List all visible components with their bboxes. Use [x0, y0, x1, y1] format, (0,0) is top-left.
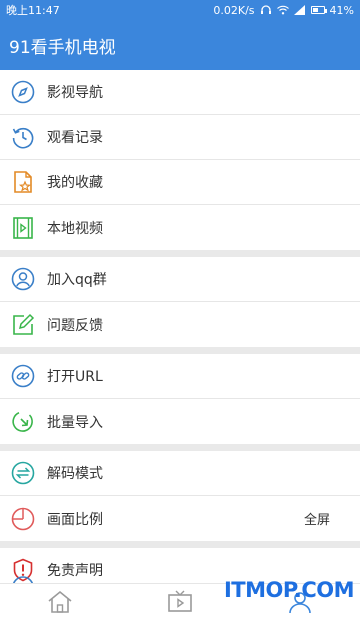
aspect-ratio-value: 全屏	[303, 513, 330, 528]
user-group-icon	[10, 266, 36, 292]
menu-item-local-video[interactable]: 本地视频	[0, 205, 360, 250]
menu-item-batch-import[interactable]: 批量导入	[0, 399, 360, 444]
menu-item-open-url[interactable]: 打开URL	[0, 354, 360, 399]
menu-item-history[interactable]: 观看记录	[0, 115, 360, 160]
watermark-logo: ITMOP.COM	[223, 578, 355, 602]
battery-text: 41%	[329, 3, 354, 17]
menu-item-join-qq[interactable]: 加入qq群	[0, 257, 360, 302]
menu-label: 解码模式	[47, 466, 103, 482]
home-icon	[48, 590, 72, 613]
settings-menu: 影视导航 观看记录 我的收藏 本地视频 加入qq群 问题反馈 打开URL 批量导…	[0, 70, 360, 593]
history-icon	[10, 124, 36, 150]
status-bar: 晚上11:47 0.02K/s 41%	[0, 0, 360, 20]
feedback-edit-icon	[10, 312, 36, 338]
favorite-doc-icon	[10, 169, 36, 195]
menu-label: 问题反馈	[47, 317, 103, 334]
menu-label: 批量导入	[47, 414, 103, 431]
battery-icon	[310, 6, 327, 14]
section-divider	[0, 541, 360, 548]
aspect-ratio-icon	[10, 506, 36, 532]
menu-label: 画面比例	[47, 511, 103, 528]
menu-item-favorites[interactable]: 我的收藏	[0, 160, 360, 205]
tab-home[interactable]	[40, 584, 80, 620]
menu-label: 观看记录	[47, 130, 103, 146]
compass-icon	[10, 79, 36, 105]
signal-icon	[293, 5, 305, 15]
section-divider	[0, 347, 360, 354]
app-title: 91看手机电视	[9, 37, 116, 58]
import-icon	[10, 409, 36, 435]
link-icon	[10, 363, 36, 389]
wifi-icon	[276, 5, 289, 15]
tab-tv[interactable]	[160, 584, 200, 620]
menu-label: 影视导航	[47, 85, 103, 101]
menu-label: 本地视频	[47, 220, 103, 237]
menu-label: 打开URL	[47, 369, 103, 385]
battery-fill	[312, 8, 318, 12]
network-speed: 0.02K/s	[213, 3, 255, 17]
decode-switch-icon	[10, 460, 36, 486]
section-divider	[0, 444, 360, 451]
local-video-icon	[10, 215, 36, 241]
menu-item-navigation[interactable]: 影视导航	[0, 70, 360, 115]
menu-label: 我的收藏	[47, 175, 103, 191]
menu-label: 加入qq群	[47, 272, 107, 288]
status-time: 晚上11:47	[6, 4, 60, 17]
menu-item-decode-mode[interactable]: 解码模式	[0, 451, 360, 496]
section-divider	[0, 250, 360, 257]
menu-item-aspect-ratio[interactable]: 画面比例 全屏	[0, 496, 360, 541]
menu-item-feedback[interactable]: 问题反馈	[0, 302, 360, 347]
headset-icon	[260, 5, 271, 14]
app-bar: 91看手机电视	[0, 20, 360, 70]
tv-icon	[168, 590, 192, 612]
